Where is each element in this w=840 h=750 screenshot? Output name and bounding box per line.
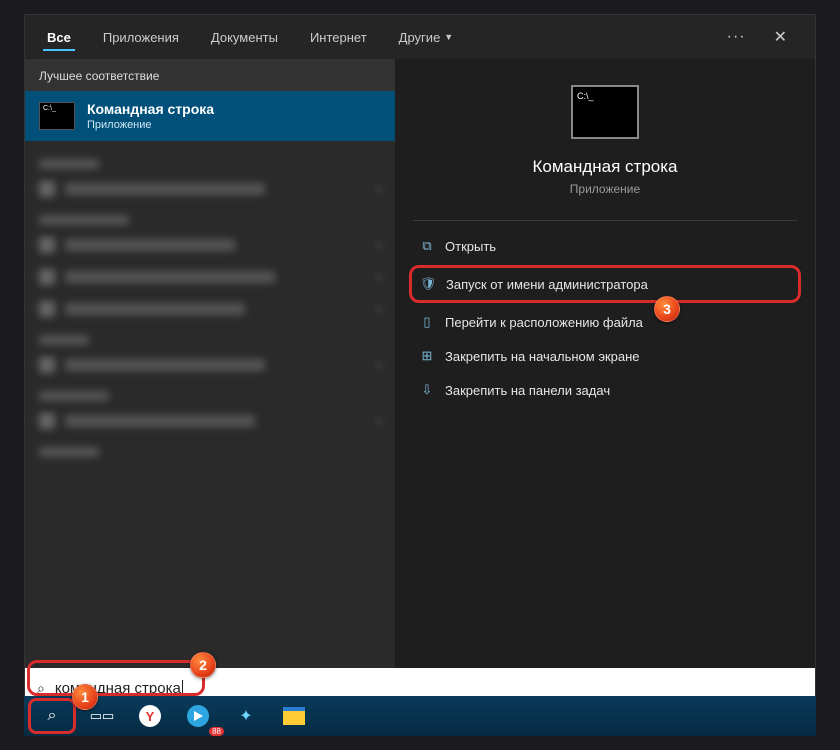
action-open[interactable]: ⧉ Открыть — [413, 229, 797, 263]
yandex-icon: Y — [139, 705, 161, 727]
tab-apps[interactable]: Приложения — [87, 20, 195, 55]
action-label: Перейти к расположению файла — [445, 315, 643, 330]
app-icon: ✦ — [236, 706, 256, 726]
text-cursor — [182, 680, 183, 696]
action-open-location[interactable]: ▯ Перейти к расположению файла — [413, 305, 797, 339]
best-match-label: Лучшее соответствие — [25, 59, 395, 91]
search-window: Все Приложения Документы Интернет Другие… — [24, 14, 816, 709]
preview-pane: C:\_ Командная строка Приложение ⧉ Откры… — [395, 59, 815, 668]
pin-start-icon: ⊞ — [419, 348, 435, 364]
list-item[interactable]: › — [39, 405, 381, 437]
folder-icon: ▯ — [419, 314, 435, 330]
taskbar-explorer-button[interactable] — [272, 698, 316, 734]
preview-subtitle: Приложение — [413, 182, 797, 196]
window-controls: ··· ✕ — [727, 23, 809, 51]
taskbar: ⌕ ▭▭ Y 88 ✦ — [24, 696, 816, 736]
more-options-icon[interactable]: ··· — [727, 28, 746, 46]
action-label: Запуск от имени администратора — [446, 277, 648, 292]
taskbar-telegram-button[interactable]: 88 — [176, 698, 220, 734]
tab-all[interactable]: Все — [31, 20, 87, 55]
telegram-badge: 88 — [209, 727, 224, 736]
results-pane: Лучшее соответствие C:\_ Командная строк… — [25, 59, 395, 668]
taskbar-search-button[interactable]: ⌕ — [28, 698, 76, 734]
open-icon: ⧉ — [419, 238, 435, 254]
tabs: Все Приложения Документы Интернет Другие… — [25, 15, 815, 59]
taskbar-app-button[interactable]: ✦ — [224, 698, 268, 734]
callout-3: 3 — [654, 296, 680, 322]
list-item[interactable]: › — [39, 349, 381, 381]
list-item[interactable]: › — [39, 261, 381, 293]
tab-more[interactable]: Другие ▼ — [383, 20, 470, 55]
best-match-title: Командная строка — [87, 101, 214, 117]
tab-docs[interactable]: Документы — [195, 20, 294, 55]
explorer-icon — [283, 707, 305, 725]
shield-icon: 🛡 — [420, 276, 436, 292]
telegram-icon — [187, 705, 209, 727]
best-match-item[interactable]: C:\_ Командная строка Приложение — [25, 91, 395, 141]
blurred-results: › › › › › › — [25, 141, 395, 465]
preview-app-icon: C:\_ — [571, 85, 639, 139]
search-body: Лучшее соответствие C:\_ Командная строк… — [25, 59, 815, 668]
callout-1: 1 — [72, 684, 98, 710]
search-icon: ⌕ — [37, 680, 45, 697]
tab-more-label: Другие — [399, 30, 441, 45]
tab-internet[interactable]: Интернет — [294, 20, 383, 55]
preview-title: Командная строка — [413, 157, 797, 177]
taskbar-yandex-button[interactable]: Y — [128, 698, 172, 734]
cmd-icon: C:\_ — [39, 102, 75, 130]
action-label: Закрепить на начальном экране — [445, 349, 640, 364]
action-run-admin[interactable]: 🛡 Запуск от имени администратора — [409, 265, 801, 303]
close-icon[interactable]: ✕ — [764, 23, 797, 51]
best-match-subtitle: Приложение — [87, 119, 214, 131]
action-pin-start[interactable]: ⊞ Закрепить на начальном экране — [413, 339, 797, 373]
action-pin-taskbar[interactable]: ⇩ Закрепить на панели задач — [413, 373, 797, 407]
action-label: Закрепить на панели задач — [445, 383, 610, 398]
pin-taskbar-icon: ⇩ — [419, 382, 435, 398]
chevron-down-icon: ▼ — [444, 32, 453, 42]
divider — [413, 220, 797, 221]
list-item[interactable]: › — [39, 229, 381, 261]
list-item[interactable]: › — [39, 293, 381, 325]
taskview-icon: ▭▭ — [90, 708, 115, 724]
callout-2: 2 — [190, 652, 216, 678]
list-item[interactable]: › — [39, 173, 381, 205]
action-label: Открыть — [445, 239, 496, 254]
search-icon: ⌕ — [48, 707, 57, 725]
